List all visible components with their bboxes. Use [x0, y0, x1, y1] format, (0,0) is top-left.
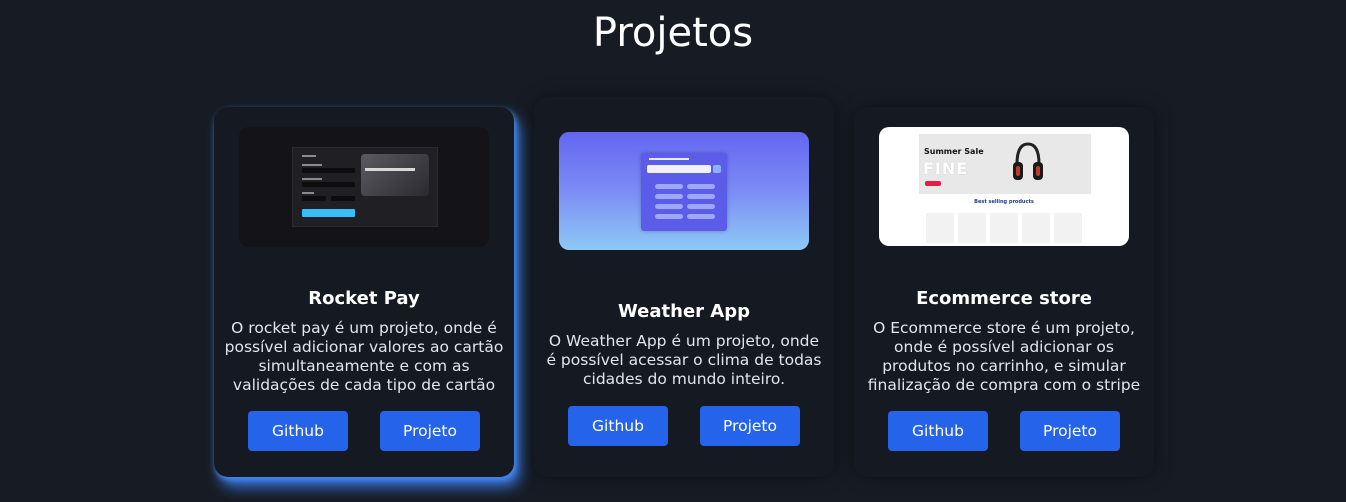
section-title: Projetos — [592, 10, 754, 56]
github-button[interactable]: Github — [888, 411, 988, 451]
banner-big-text: FINE — [923, 159, 969, 178]
github-button[interactable]: Github — [568, 406, 668, 446]
project-description: O Weather App é um projeto, onde é possí… — [546, 332, 822, 388]
project-card-weather-app[interactable]: Weather App O Weather App é um projeto, … — [534, 97, 834, 477]
project-button[interactable]: Projeto — [380, 411, 480, 451]
github-button[interactable]: Github — [248, 411, 348, 451]
project-thumbnail-ecommerce-store[interactable]: Summer Sale FINE Best selling products — [879, 127, 1129, 246]
section-heading: Best selling products — [974, 199, 1034, 205]
project-thumbnail-weather-app[interactable] — [559, 132, 809, 250]
project-button[interactable]: Projeto — [1020, 411, 1120, 451]
project-description: O Ecommerce store é um projeto, onde é p… — [867, 319, 1141, 394]
project-title: Ecommerce store — [916, 288, 1092, 309]
project-card-rocket-pay[interactable]: Rocket Pay O rocket pay é um projeto, on… — [214, 107, 514, 477]
banner-heading: Summer Sale — [924, 147, 984, 156]
project-title: Weather App — [617, 301, 751, 322]
project-thumbnail-rocket-pay[interactable] — [239, 127, 489, 247]
project-card-ecommerce-store[interactable]: Summer Sale FINE Best selling products E… — [854, 107, 1154, 477]
headphones-icon — [1013, 142, 1043, 180]
project-button[interactable]: Projeto — [700, 406, 800, 446]
project-description: O rocket pay é um projeto, onde é possív… — [224, 319, 504, 394]
project-title: Rocket Pay — [308, 288, 420, 309]
